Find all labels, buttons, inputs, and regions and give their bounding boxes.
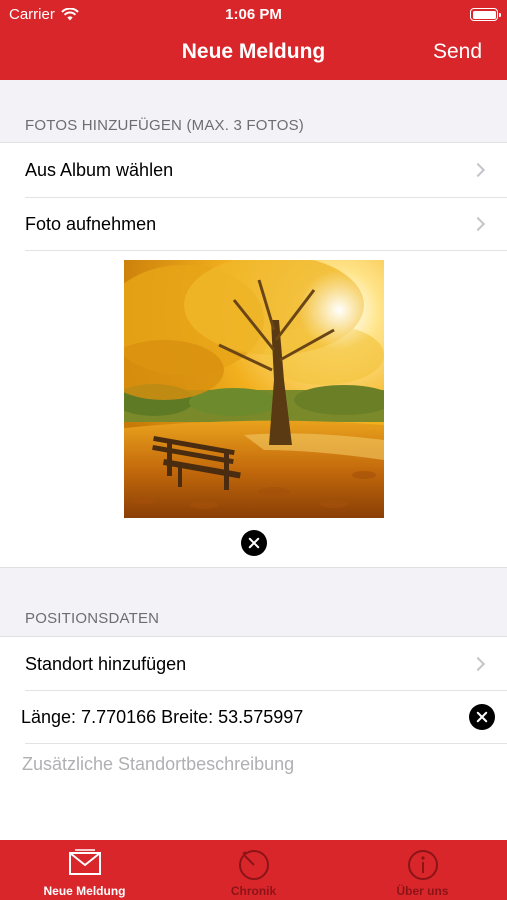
page-title: Neue Meldung: [181, 40, 326, 63]
tab-label: Über uns: [396, 884, 449, 898]
remove-coordinates-button[interactable]: [469, 704, 495, 730]
battery-icon: [470, 8, 501, 21]
history-clock-icon: [238, 850, 269, 880]
position-section-header: POSITIONSDATEN: [25, 610, 160, 627]
take-photo-label: Foto aufnehmen: [25, 213, 157, 234]
coordinates-text: Länge: 7.770166 Breite: 53.575997: [21, 706, 304, 727]
tab-bar: Neue Meldung Chronik Über uns: [0, 840, 507, 900]
tab-ueber-uns[interactable]: Über uns: [338, 840, 507, 900]
add-location-label: Standort hinzufügen: [25, 653, 187, 674]
location-description-input[interactable]: [22, 750, 482, 778]
tab-label: Neue Meldung: [43, 884, 126, 898]
add-location-row[interactable]: Standort hinzufügen: [0, 637, 507, 691]
position-group: Standort hinzufügen Länge: 7.770166 Brei…: [0, 636, 507, 840]
tab-neue-meldung[interactable]: Neue Meldung: [0, 840, 169, 900]
tab-chronik[interactable]: Chronik: [169, 840, 338, 900]
choose-from-album-row[interactable]: Aus Album wählen: [0, 143, 507, 197]
divider: [25, 250, 507, 251]
close-icon: [248, 537, 260, 549]
status-time: 1:06 PM: [225, 6, 282, 23]
chevron-right-icon: [470, 162, 486, 178]
close-icon: [476, 711, 488, 723]
autumn-park-image: [124, 260, 384, 518]
photos-section-header: FOTOS HINZUFÜGEN (MAX. 3 FOTOS): [25, 117, 304, 134]
status-bar: Carrier 1:06 PM: [0, 0, 507, 28]
chevron-right-icon: [470, 656, 486, 672]
choose-from-album-label: Aus Album wählen: [25, 159, 174, 180]
navigation-header: Carrier 1:06 PM Neue Meldung Send: [0, 0, 507, 80]
take-photo-row[interactable]: Foto aufnehmen: [0, 197, 507, 251]
remove-photo-button[interactable]: [241, 530, 267, 556]
tab-label: Chronik: [230, 884, 277, 898]
envelope-icon: [68, 849, 101, 875]
coordinates-row: Länge: 7.770166 Breite: 53.575997: [0, 690, 507, 744]
chevron-right-icon: [470, 216, 486, 232]
info-icon: [407, 850, 438, 880]
send-button[interactable]: Send: [433, 40, 482, 64]
photo-thumbnail[interactable]: [124, 260, 384, 518]
divider: [25, 743, 507, 744]
